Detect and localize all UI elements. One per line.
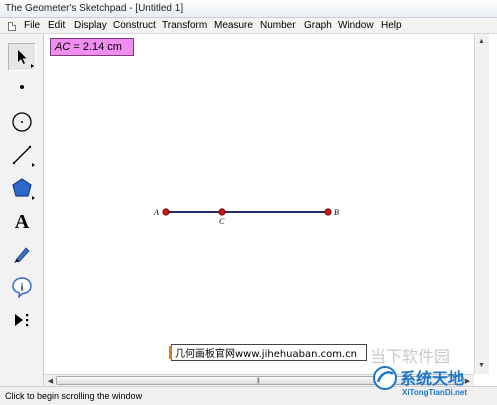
menu-edit[interactable]: Edit bbox=[48, 20, 65, 31]
title-bar: The Geometer's Sketchpad - [Untitled 1] bbox=[0, 0, 497, 18]
toolbox: A i bbox=[0, 34, 44, 386]
arrow-select-tool[interactable] bbox=[8, 43, 36, 71]
compass-icon bbox=[12, 112, 32, 132]
point-tool[interactable] bbox=[8, 73, 36, 101]
sketch-canvas[interactable]: A C B bbox=[44, 34, 474, 374]
window-title: The Geometer's Sketchpad - [Untitled 1] bbox=[5, 3, 184, 14]
custom-tool[interactable] bbox=[8, 306, 36, 334]
grip-icon: ||| bbox=[257, 378, 260, 384]
information-icon: i bbox=[12, 277, 32, 298]
point-icon bbox=[20, 85, 24, 89]
menu-file[interactable]: File bbox=[24, 20, 40, 31]
point-b[interactable] bbox=[324, 208, 332, 216]
horizontal-scroll-thumb[interactable]: ||| bbox=[56, 376, 464, 385]
menu-display[interactable]: Display bbox=[74, 20, 107, 31]
vertical-scrollbar[interactable]: ▲ ▼ bbox=[474, 34, 489, 374]
arrow-select-icon bbox=[18, 50, 27, 64]
scroll-up-button[interactable]: ▲ bbox=[475, 36, 488, 47]
straightedge-icon bbox=[12, 145, 32, 165]
menu-window[interactable]: Window bbox=[338, 20, 374, 31]
marker-tool[interactable] bbox=[8, 240, 36, 268]
point-a[interactable] bbox=[162, 208, 170, 216]
information-tool[interactable]: i bbox=[8, 273, 36, 301]
point-c[interactable] bbox=[218, 208, 226, 216]
text-tool[interactable]: A bbox=[8, 207, 36, 235]
measurement-segment: AC bbox=[55, 41, 71, 53]
polygon-tool[interactable] bbox=[8, 174, 36, 202]
menu-bar: File Edit Display Construct Transform Me… bbox=[0, 18, 497, 34]
straightedge-tool[interactable] bbox=[8, 141, 36, 169]
scroll-down-button[interactable]: ▼ bbox=[475, 360, 488, 371]
measurement-label[interactable]: AC = 2.14 cm bbox=[50, 38, 134, 56]
point-b-label: B bbox=[334, 208, 339, 217]
custom-tool-icon bbox=[15, 314, 29, 327]
menu-graph[interactable]: Graph bbox=[304, 20, 332, 31]
document-icon[interactable] bbox=[8, 22, 16, 31]
measurement-value: 2.14 cm bbox=[82, 41, 122, 53]
menu-number[interactable]: Number bbox=[260, 20, 296, 31]
marker-icon bbox=[14, 247, 30, 263]
menu-measure[interactable]: Measure bbox=[214, 20, 253, 31]
menu-help[interactable]: Help bbox=[381, 20, 402, 31]
menu-transform[interactable]: Transform bbox=[162, 20, 207, 31]
measurement-equals: = bbox=[70, 41, 83, 53]
polygon-icon bbox=[12, 178, 32, 197]
status-text: Click to begin scrolling the window bbox=[5, 391, 143, 401]
svg-text:A: A bbox=[15, 211, 30, 232]
point-a-label: A bbox=[154, 208, 159, 217]
point-c-label: C bbox=[219, 217, 225, 226]
scroll-right-button[interactable]: ▶ bbox=[461, 375, 474, 386]
svg-text:i: i bbox=[20, 282, 23, 294]
status-bar: Click to begin scrolling the window bbox=[0, 386, 497, 405]
watermark-site-text: 几何画板官网www.jihehuaban.com.cn bbox=[175, 349, 358, 360]
text-icon: A bbox=[15, 211, 30, 232]
horizontal-scrollbar[interactable]: ◀ ||| ▶ bbox=[44, 374, 474, 386]
menu-construct[interactable]: Construct bbox=[113, 20, 156, 31]
watermark-site: 几何画板官网www.jihehuaban.com.cn bbox=[169, 344, 367, 361]
compass-tool[interactable] bbox=[8, 108, 36, 136]
sketchpad-window: The Geometer's Sketchpad - [Untitled 1] … bbox=[0, 0, 497, 405]
segment-drawing bbox=[162, 208, 332, 216]
